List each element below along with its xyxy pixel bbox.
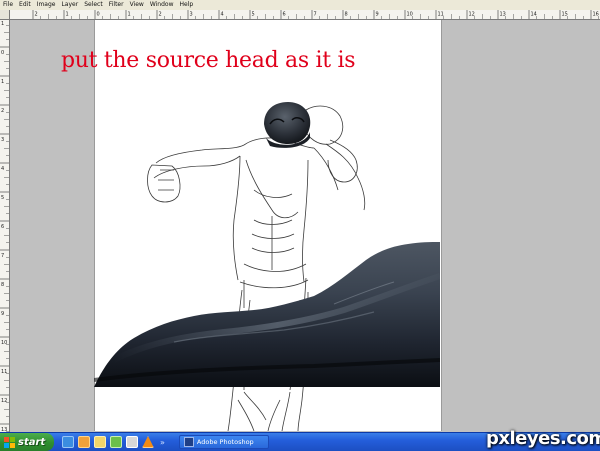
ruler-label: 13 <box>500 12 506 18</box>
app-icon[interactable] <box>126 436 138 448</box>
folder-icon[interactable] <box>94 436 106 448</box>
menu-select[interactable]: Select <box>81 0 106 10</box>
photoshop-icon <box>183 437 194 447</box>
media-icon[interactable] <box>78 436 90 448</box>
menu-file[interactable]: File <box>0 0 16 10</box>
vertical-ruler[interactable]: 1 0 1 2 3 4 5 6 7 8 9 10 11 12 13 <box>0 10 10 432</box>
ruler-label: 3 <box>190 12 193 18</box>
pxleyes-watermark: pxleyes.com <box>486 428 600 449</box>
menu-layer[interactable]: Layer <box>58 0 81 10</box>
program-icon[interactable] <box>110 436 122 448</box>
ruler-label: 10 <box>1 340 7 346</box>
ruler-label: 1 <box>1 21 4 27</box>
rock-texture <box>94 242 440 387</box>
ruler-label: 4 <box>1 166 4 172</box>
ruler-label: 5 <box>252 12 255 18</box>
menu-view[interactable]: View <box>127 0 147 10</box>
ruler-label: 14 <box>531 12 537 18</box>
ruler-label: 1 <box>128 12 131 18</box>
canvas-caption: put the source head as it is <box>61 48 356 73</box>
vertical-ruler-ticks: 1012345678910111213 <box>0 17 9 432</box>
horizontal-ruler[interactable]: 2 1 0 1 2 3 4 5 6 7 8 9 10 11 12 13 14 15 16 <box>9 10 600 20</box>
ruler-label: 0 <box>97 12 100 18</box>
ruler-label: 9 <box>376 12 379 18</box>
ruler-label: 6 <box>1 224 4 230</box>
start-button[interactable]: start <box>0 433 54 451</box>
ruler-label: 8 <box>345 12 348 18</box>
ruler-label: 11 <box>438 12 444 18</box>
ruler-label: 1 <box>66 12 69 18</box>
ruler-origin[interactable] <box>0 10 10 20</box>
ruler-label: 15 <box>562 12 568 18</box>
ruler-label: 0 <box>1 50 4 56</box>
ruler-label: 11 <box>1 369 7 375</box>
ruler-label: 7 <box>1 253 4 259</box>
menu-edit[interactable]: Edit <box>16 0 34 10</box>
ruler-label: 2 <box>1 108 4 114</box>
ruler-label: 8 <box>1 282 4 288</box>
ruler-label: 6 <box>283 12 286 18</box>
horizontal-ruler-ticks: 2 1 0 1 2 3 4 5 6 7 8 9 10 11 12 13 14 15 16 <box>32 10 599 19</box>
ruler-label: 5 <box>1 195 4 201</box>
ruler-label: 4 <box>221 12 224 18</box>
start-label: start <box>18 436 46 448</box>
ruler-label: 16 <box>593 12 599 18</box>
ruler-label: 10 <box>407 12 413 18</box>
source-head <box>264 102 311 148</box>
ruler-label: 2 <box>35 12 38 18</box>
quicklaunch-bar <box>62 436 154 448</box>
ruler-label: 12 <box>469 12 475 18</box>
menu-filter[interactable]: Filter <box>106 0 127 10</box>
artwork-layer <box>94 102 440 431</box>
menu-help[interactable]: Help <box>177 0 197 10</box>
ie-icon[interactable] <box>62 436 74 448</box>
ruler-label: 7 <box>314 12 317 18</box>
vlc-icon[interactable] <box>142 436 154 448</box>
task-button-label: Adobe Photoshop <box>196 438 254 446</box>
ruler-label: 9 <box>1 311 4 317</box>
menu-image[interactable]: Image <box>34 0 59 10</box>
task-button-photoshop[interactable]: Adobe Photoshop <box>178 435 269 449</box>
ruler-label: 12 <box>1 398 7 404</box>
menu-window[interactable]: Window <box>147 0 177 10</box>
quicklaunch-overflow-chevron[interactable]: » <box>160 438 165 447</box>
windows-logo-icon <box>4 436 15 448</box>
ruler-label: 1 <box>1 79 4 85</box>
ruler-label: 3 <box>1 137 4 143</box>
ruler-label: 2 <box>159 12 162 18</box>
